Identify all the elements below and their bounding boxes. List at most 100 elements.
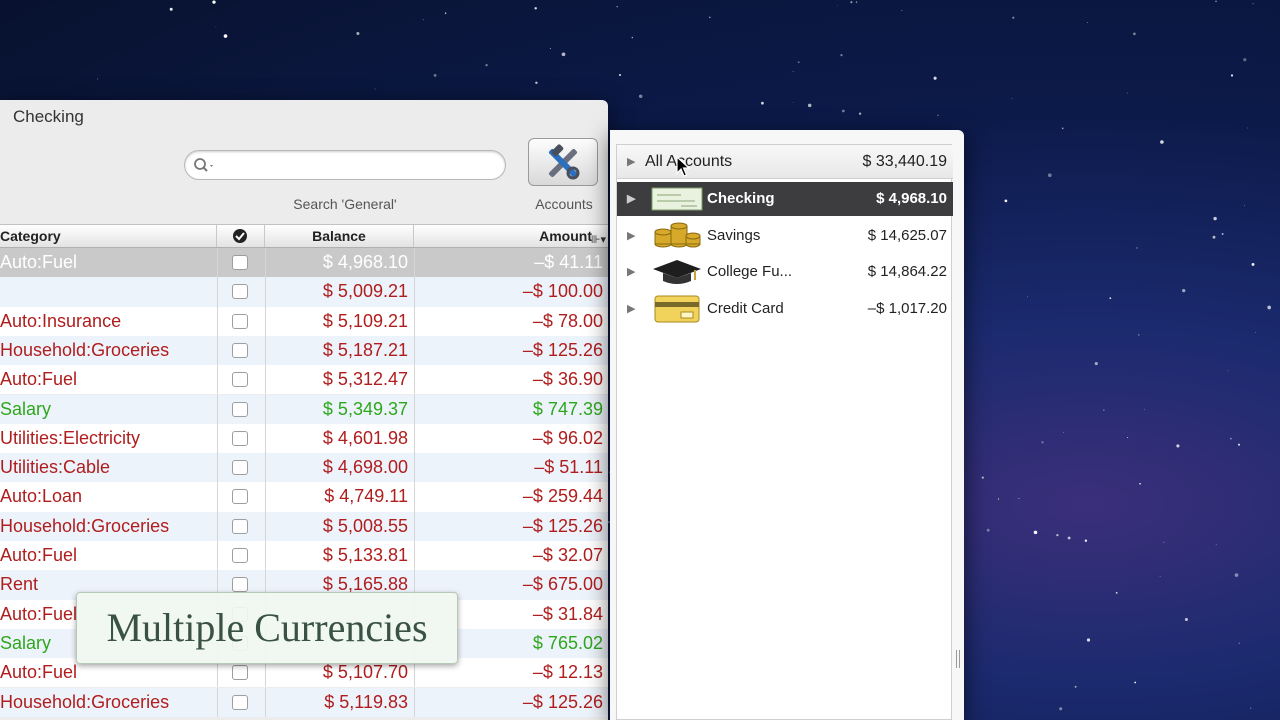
transaction-category: Salary [0, 398, 52, 419]
star [223, 34, 228, 38]
account-row-all[interactable]: ▶ All Accounts $ 33,440.19 [617, 145, 953, 179]
star [212, 0, 216, 4]
transaction-balance: $ 5,312.47 [322, 369, 408, 390]
disclosure-triangle-icon[interactable]: ▶ [627, 155, 635, 168]
account-balance: $ 14,864.22 [867, 263, 947, 280]
column-header-balance[interactable]: Balance [265, 225, 414, 247]
accounts-button[interactable] [528, 138, 598, 186]
transaction-category: Auto:Fuel [0, 252, 78, 272]
transaction-amount: –$ 36.90 [532, 369, 603, 390]
transaction-balance: $ 5,349.37 [322, 398, 408, 419]
cleared-checkbox[interactable] [232, 518, 248, 534]
transaction-row[interactable]: Auto:Fuel $ 5,133.81 –$ 32.07 [0, 541, 608, 571]
account-row-college-fu[interactable]: ▶ College Fu... $ 14,864.22 [617, 255, 953, 289]
transaction-row[interactable]: Auto:Insurance $ 5,109.21 –$ 78.00 [0, 306, 608, 336]
star [792, 102, 794, 103]
star [1176, 444, 1180, 448]
transaction-row[interactable]: Auto:Fuel $ 5,312.47 –$ 36.90 [0, 365, 608, 395]
transaction-row[interactable]: Household:Groceries $ 5,119.83 –$ 125.26 [0, 687, 608, 717]
star [761, 101, 764, 105]
star [792, 71, 794, 73]
star [1249, 707, 1252, 709]
transaction-row[interactable]: Utilities:Electricity $ 4,601.98 –$ 96.02 [0, 423, 608, 454]
cleared-checkbox[interactable] [232, 313, 248, 329]
star [215, 26, 217, 28]
cleared-checkbox[interactable] [232, 372, 248, 388]
star [1247, 127, 1248, 129]
transaction-row[interactable]: Auto:Fuel $ 4,968.10 –$ 41.11 [0, 248, 608, 278]
checkbook-icon [651, 185, 703, 217]
star [1237, 443, 1241, 446]
star [1238, 642, 1240, 644]
transaction-balance: $ 5,187.21 [322, 339, 408, 360]
cleared-checkbox[interactable] [232, 460, 248, 476]
account-row-savings[interactable]: ▶ Savings $ 14,625.07 [617, 219, 953, 253]
star [1213, 216, 1217, 221]
transaction-row[interactable]: Salary $ 5,349.37 $ 747.39 [0, 394, 608, 424]
star [1133, 32, 1136, 36]
column-header-cleared[interactable] [217, 225, 265, 247]
star [433, 74, 437, 77]
account-row-checking[interactable]: ▶ Checking $ 4,968.10 [617, 182, 953, 216]
transaction-balance: $ 5,109.21 [322, 310, 408, 331]
search-field[interactable] [184, 150, 506, 180]
star [1227, 370, 1229, 371]
column-header-amount[interactable]: Amount ⊪▾ [414, 225, 608, 247]
cleared-checkbox[interactable] [232, 284, 248, 300]
transaction-row[interactable]: Household:Groceries $ 5,008.55 –$ 125.26 [0, 511, 608, 541]
star [840, 54, 843, 57]
mouse-cursor-icon [676, 156, 690, 177]
search-input[interactable] [219, 155, 499, 175]
cleared-checkbox[interactable] [232, 430, 248, 446]
column-header-amount-label: Amount [539, 228, 592, 244]
transaction-category: Household:Groceries [0, 515, 170, 536]
star [1230, 74, 1234, 77]
transaction-balance: $ 4,698.00 [322, 457, 408, 478]
transaction-category: Auto:Loan [0, 486, 83, 507]
account-name: College Fu... [707, 263, 793, 280]
cleared-checkbox[interactable] [232, 577, 248, 593]
account-row-credit-card[interactable]: ▶ Credit Card –$ 1,017.20 [617, 292, 953, 326]
star [1004, 199, 1008, 203]
account-name: Checking [707, 190, 775, 207]
cleared-checkbox[interactable] [232, 548, 248, 563]
star [1094, 362, 1098, 366]
star [1087, 22, 1088, 23]
disclosure-triangle-icon[interactable]: ▶ [627, 265, 635, 278]
cleared-check-icon [233, 229, 247, 243]
transaction-amount: –$ 41.11 [534, 252, 603, 272]
star [561, 52, 566, 57]
transaction-amount: –$ 125.26 [522, 691, 603, 712]
disclosure-triangle-icon[interactable]: ▶ [627, 229, 635, 242]
transaction-row[interactable]: Household:Groceries $ 5,187.21 –$ 125.26 [0, 335, 608, 366]
transaction-amount: $ 747.39 [532, 398, 603, 419]
star [97, 78, 99, 80]
star [858, 112, 862, 115]
transaction-row[interactable]: Utilities:Cable $ 4,698.00 –$ 51.11 [0, 453, 608, 483]
disclosure-triangle-icon[interactable]: ▶ [627, 302, 635, 315]
transaction-amount: –$ 96.02 [532, 427, 603, 448]
star [1115, 591, 1118, 594]
transaction-category: Auto:Insurance [0, 310, 122, 331]
cleared-checkbox[interactable] [232, 489, 248, 505]
transaction-row[interactable]: Auto:Loan $ 4,749.11 –$ 259.44 [0, 482, 608, 512]
cleared-checkbox[interactable] [232, 255, 248, 270]
disclosure-triangle-icon[interactable]: ▶ [627, 192, 635, 205]
star [1047, 173, 1052, 178]
transaction-row[interactable]: $ 5,009.21 –$ 100.00 [0, 277, 608, 307]
transaction-balance: $ 5,119.83 [324, 691, 408, 712]
split-resize-handle[interactable] [956, 650, 960, 668]
star [1251, 262, 1255, 266]
star [1061, 127, 1064, 130]
column-header-category[interactable]: Category [0, 225, 217, 247]
cleared-checkbox[interactable] [232, 665, 248, 681]
transaction-balance: $ 4,968.10 [322, 252, 408, 272]
cleared-checkbox[interactable] [232, 401, 248, 417]
account-balance: –$ 1,017.20 [867, 299, 947, 317]
star [1127, 436, 1129, 439]
cleared-checkbox[interactable] [232, 342, 248, 358]
transaction-balance: $ 5,133.81 [322, 545, 408, 565]
cleared-checkbox[interactable] [232, 694, 248, 710]
star [981, 476, 984, 479]
transaction-category: Auto:Fuel [0, 545, 78, 565]
